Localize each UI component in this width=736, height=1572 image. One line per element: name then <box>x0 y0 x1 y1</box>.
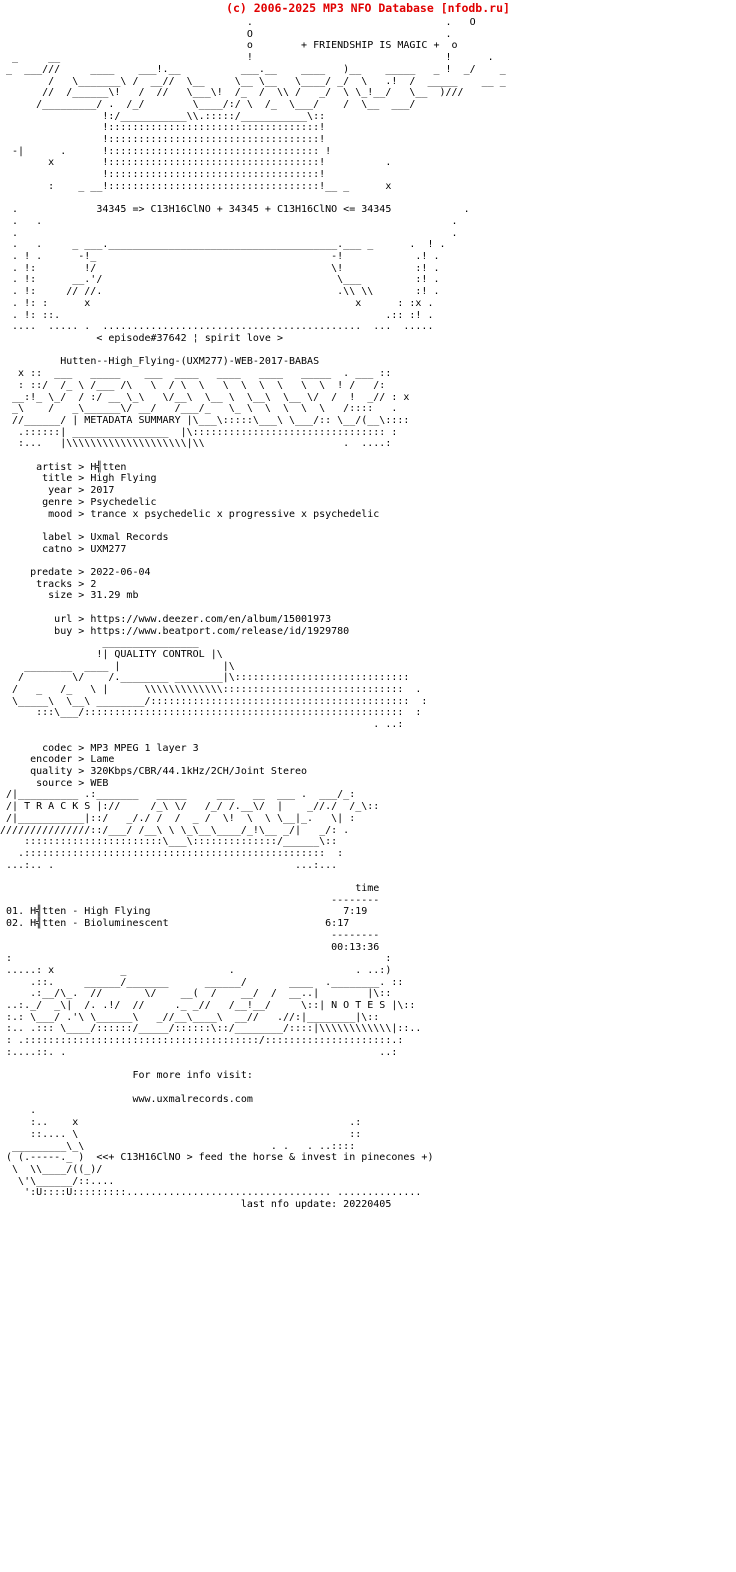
ascii-art-notes-banner: : : .....: x _ . . ..:) .::. ______/____… <box>6 953 422 1058</box>
nfo-document: (c) 2006-2025 MP3 NFO Database [nfodb.ru… <box>0 0 736 1211</box>
field-source-value: WEB <box>90 777 109 789</box>
field-codec-value: MP3 MPEG 1 layer 3 <box>90 742 199 754</box>
field-buy-value[interactable]: https://www.beatport.com/release/id/1929… <box>90 626 349 637</box>
track-title: H╣tten - Bioluminescent <box>30 918 169 930</box>
notes-body: For more info visit: www.uxmalrecords.co… <box>0 1059 736 1106</box>
notes-line-1: For more info visit: <box>132 1070 253 1082</box>
field-tracks-value: 2 <box>90 578 97 590</box>
track-number: 02. <box>6 918 25 930</box>
last-nfo-update: last nfo update: 20220405 <box>240 1199 392 1211</box>
track-time: 6:17 <box>325 918 350 930</box>
field-artist-value: H╣tten <box>90 461 127 473</box>
tracks-time-header: time <box>355 883 380 895</box>
ascii-art-main-logo: . . O O . o + FRIENDSHIP IS MAGIC + o _ <box>6 17 506 333</box>
metadata-fields: artist > H╣tten title > High Flying year… <box>30 461 380 637</box>
track-row: 01. H╣tten - High Flying <box>6 906 151 917</box>
last-update-line: last nfo update: 20220405 <box>0 1199 736 1211</box>
tracks-total-time: 00:13:36 <box>331 941 380 953</box>
tracks-divider-bottom: -------- <box>331 929 380 941</box>
ascii-art-quality-banner: ________________ !| QUALITY CONTROL |\ _… <box>12 637 428 731</box>
ascii-art-tracks-banner: /|__________ .:_______ _____ ___ __ ___ … <box>0 789 380 871</box>
field-url-value[interactable]: https://www.deezer.com/en/album/15001973 <box>90 614 331 625</box>
field-size-value: 31.29 mb <box>90 590 139 602</box>
ascii-art-footer: . :.. x .: ::.... \ :: _________\_\ . . … <box>6 1105 434 1199</box>
release-name: Hutten--High_Flying-(UXM277)-WEB-2017-BA… <box>60 356 320 368</box>
episode-label: < episode#37642 ¦ spirit love > <box>96 332 283 344</box>
field-genre-value: Psychedelic <box>90 496 157 508</box>
field-quality-value: 320Kbps/CBR/44.1kHz/2CH/Joint Stereo <box>90 766 308 777</box>
field-label-value: Uxmal Records <box>90 531 169 543</box>
nfodb-header: (c) 2006-2025 MP3 NFO Database [nfodb.ru… <box>226 1 510 15</box>
field-predate-value: 2022-06-04 <box>90 567 151 579</box>
quality-fields: codec > MP3 MPEG 1 layer 3 encoder > Lam… <box>30 742 308 789</box>
tracks-divider-top: -------- <box>331 894 380 906</box>
field-mood-value: trance x psychedelic x progressive x psy… <box>90 508 380 520</box>
field-year-value: 2017 <box>90 485 115 497</box>
field-catno-value: UXM277 <box>90 543 127 555</box>
field-title-value: High Flying <box>90 473 157 485</box>
track-time: 7:19 <box>343 906 368 918</box>
notes-line-2[interactable]: www.uxmalrecords.com <box>132 1094 252 1105</box>
track-number: 01. <box>6 906 25 918</box>
ascii-art-metadata-banner: x :: ___ _____ ___ ____ ____ ____ _____ … <box>12 368 410 450</box>
episode-line: < episode#37642 ¦ spirit love > Hutten--… <box>0 333 736 368</box>
field-encoder-value: Lame <box>90 754 115 766</box>
track-row: 02. H╣tten - Bioluminescent <box>6 918 169 929</box>
track-title: H╣tten - High Flying <box>30 906 151 918</box>
track-listing: time -------- 01. H╣tten - High Flying 7… <box>0 871 736 953</box>
